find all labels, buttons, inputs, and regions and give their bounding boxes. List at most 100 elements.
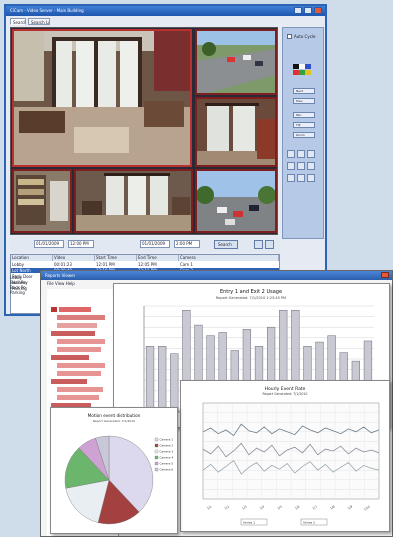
lobby-scene <box>14 31 190 165</box>
reports-close-button[interactable] <box>381 272 389 278</box>
x-tick-label: 1/4 <box>259 504 265 510</box>
column-camera[interactable]: Camera <box>179 255 279 261</box>
backdoor-scene <box>76 171 191 231</box>
start-time-field[interactable]: 12:00 PM <box>68 240 94 248</box>
tree-item[interactable] <box>57 347 101 352</box>
legend-label: Camera 4 <box>160 456 174 460</box>
layout-1x1-icon[interactable] <box>287 150 295 158</box>
line-legend-label-1: Series 1 <box>243 521 255 525</box>
x-tick-label: 1/1 <box>206 504 212 510</box>
search-bar: 01/01/2009 12:00 PM 01/01/2009 2:00 PM S… <box>10 237 280 252</box>
tab-search[interactable]: Search <box>10 18 26 25</box>
table-cell: 00:01:23 <box>54 262 72 267</box>
legend-label: Camera 1 <box>160 438 174 442</box>
end-time-field[interactable]: 2:00 PM <box>174 240 200 248</box>
bar <box>170 353 179 413</box>
layout-1plus5-icon[interactable] <box>297 162 305 170</box>
search-button-label: Search <box>218 242 232 247</box>
zoom-button[interactable]: Zoom <box>293 132 315 138</box>
snapshot-icon[interactable] <box>287 174 295 182</box>
camera-control-panel: Auto Cycle Next Prev Pan Tilt Zoom <box>282 27 324 239</box>
swatch-yellow[interactable] <box>305 70 311 75</box>
bookshelf-scene <box>14 171 70 231</box>
legend-swatch <box>154 437 159 442</box>
start-time-value: 12:00 PM <box>70 241 89 246</box>
table-cell: Cam 1 <box>180 262 193 267</box>
legend-label: Camera 3 <box>160 450 174 454</box>
prev-camera-button[interactable]: Prev <box>293 98 315 104</box>
column-location[interactable]: Location <box>11 255 53 261</box>
tree-item[interactable] <box>57 363 105 368</box>
next-camera-button[interactable]: Next <box>293 88 315 94</box>
fullscreen-icon[interactable] <box>307 174 315 182</box>
pan-button[interactable]: Pan <box>293 112 315 118</box>
tab-search-label: Search <box>13 20 25 25</box>
column-start-time-label: Start Time <box>96 255 117 260</box>
camera-feed-hallway[interactable] <box>195 97 277 167</box>
line-chart-x-ticks: 1/1 1/2 1/3 1/4 1/5 1/6 1/7 1/8 1/9 1/10 <box>206 504 371 511</box>
reports-menu-bar[interactable]: File View Help <box>47 281 75 286</box>
table-row[interactable]: Lobby 00:01:23 12:01 PM 12:05 PM Cam 1 <box>11 262 279 267</box>
tree-item[interactable] <box>57 339 105 344</box>
tree-item[interactable] <box>57 387 103 392</box>
tree-item[interactable] <box>51 379 87 384</box>
hallway-scene <box>197 99 275 165</box>
report-tree-items <box>51 307 111 419</box>
layout-3x3-icon[interactable] <box>307 150 315 158</box>
layout-2x2-icon[interactable] <box>297 150 305 158</box>
reports-title: Reports Viewer <box>45 273 76 278</box>
camera-feed-parking[interactable] <box>195 169 277 233</box>
tree-item[interactable] <box>57 395 99 400</box>
side-label: Parking <box>10 290 25 295</box>
minimize-button[interactable] <box>294 7 302 14</box>
next-page-button[interactable] <box>265 240 274 249</box>
close-button[interactable] <box>314 7 322 14</box>
tree-item[interactable] <box>51 355 89 360</box>
maximize-button[interactable] <box>304 7 312 14</box>
line-chart-card: Hourly Event Rate Report Generated: 7/1/… <box>180 380 390 532</box>
camera-feed-lobby[interactable] <box>12 29 192 167</box>
search-button[interactable]: Search <box>214 240 238 249</box>
tilt-button[interactable]: Tilt <box>293 122 315 128</box>
tree-item[interactable] <box>57 315 105 320</box>
pan-label: Pan <box>296 113 302 117</box>
color-swatches <box>293 64 315 76</box>
pie-chart-card: Motion event distribution Report Generat… <box>50 407 178 534</box>
table-cell: Lobby <box>12 262 25 267</box>
column-end-time-label: End Time <box>138 255 157 260</box>
line-chart: Hourly Event Rate Report Generated: 7/1/… <box>202 386 380 526</box>
layout-4x4-icon[interactable] <box>287 162 295 170</box>
table-cell: 12:05 PM <box>138 262 157 267</box>
pie-chart-subtitle: Report Generated: 7/1/2010 <box>93 419 135 423</box>
auto-cycle-checkbox[interactable] <box>287 34 292 39</box>
window-title: CiCam - Video Server - Main Building <box>10 8 84 13</box>
auto-cycle-label: Auto Cycle <box>294 34 316 39</box>
street-scene <box>197 171 275 231</box>
column-video[interactable]: Video <box>53 255 95 261</box>
tree-item[interactable] <box>51 331 95 336</box>
camera-feed-lot-north[interactable] <box>195 29 277 95</box>
bar-chart-title: Entry 1 and Exit 2 Usage <box>220 289 282 295</box>
tree-item[interactable] <box>51 307 91 312</box>
pie-chart-slices <box>64 435 154 525</box>
end-date-field[interactable]: 01/01/2009 <box>140 240 170 248</box>
tree-item[interactable] <box>57 323 97 328</box>
x-tick-label: 1/5 <box>277 504 283 510</box>
x-tick-label: 1/3 <box>241 504 247 510</box>
tab-search-log[interactable]: Search Log <box>28 18 50 25</box>
camera-feed-back-door[interactable] <box>74 169 193 233</box>
table-cell: 12:01 PM <box>96 262 115 267</box>
start-date-field[interactable]: 01/01/2009 <box>34 240 64 248</box>
tilt-label: Tilt <box>296 123 301 127</box>
column-start-time[interactable]: Start Time <box>95 255 137 261</box>
column-location-label: Location <box>12 255 29 260</box>
column-end-time[interactable]: End Time <box>137 255 179 261</box>
column-video-label: Video <box>54 255 66 260</box>
prev-page-button[interactable] <box>254 240 263 249</box>
layout-1plus7-icon[interactable] <box>307 162 315 170</box>
record-icon[interactable] <box>297 174 305 182</box>
line-chart-subtitle: Report Generated: 7/1/2010 <box>263 392 308 396</box>
tree-item[interactable] <box>57 371 101 376</box>
camera-feed-bookshelf[interactable] <box>12 169 72 233</box>
swatch-blue[interactable] <box>305 64 311 69</box>
